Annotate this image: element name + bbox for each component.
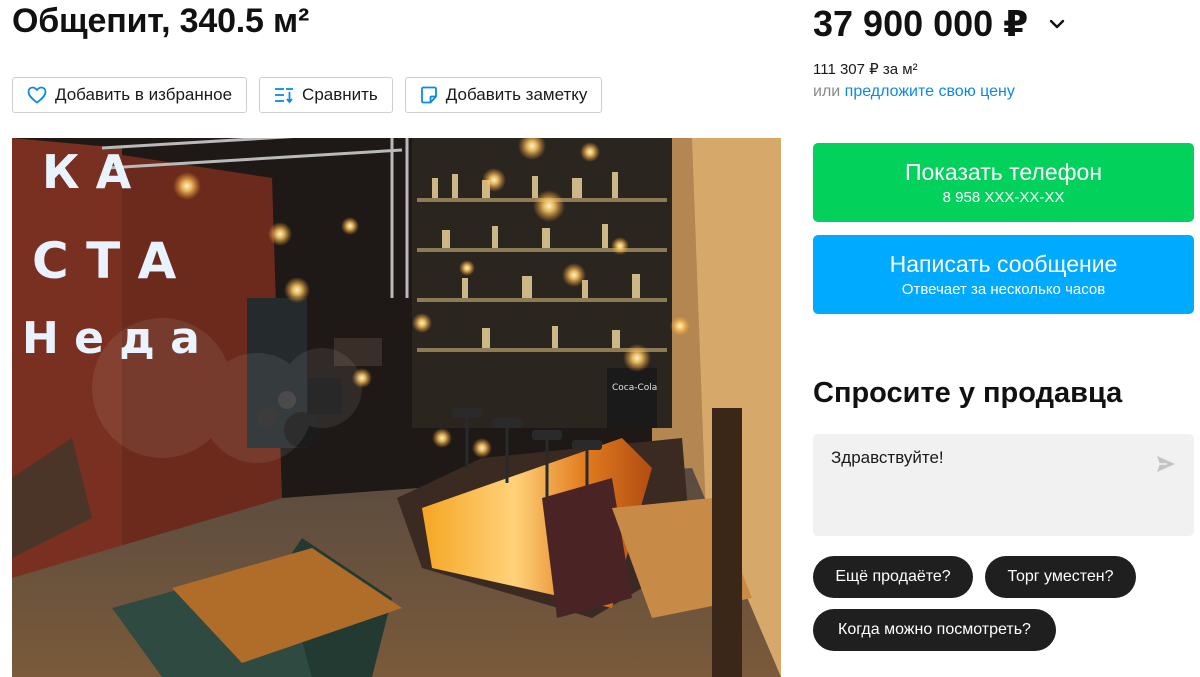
listing-photo[interactable]: К А С Т А Н е д а Coca-Cola bbox=[12, 138, 781, 677]
quick-question-viewing-time[interactable]: Когда можно посмотреть? bbox=[813, 609, 1056, 651]
show-phone-label: Показать телефон bbox=[904, 158, 1103, 185]
add-note-button[interactable]: Добавить заметку bbox=[404, 77, 603, 113]
price-offer-prefix: или bbox=[813, 83, 841, 100]
compare-icon bbox=[274, 86, 294, 104]
compare-button[interactable]: Сравнить bbox=[259, 77, 393, 113]
listing-page: Общепит, 340.5 м² Добавить в избранное С… bbox=[0, 0, 1200, 677]
ask-seller-title: Спросите у продавца bbox=[813, 377, 1123, 409]
fridge-label: Coca-Cola bbox=[612, 383, 657, 393]
price-per-sqm: 111 307 ₽ за м² bbox=[813, 61, 918, 78]
compare-label: Сравнить bbox=[302, 85, 378, 104]
price-row: 37 900 000 ₽ bbox=[813, 3, 1068, 45]
phone-masked: 8 958 XXX-XX-XX bbox=[942, 188, 1065, 206]
ask-seller-input[interactable]: Здравствуйте! bbox=[813, 434, 1194, 536]
listing-title: Общепит, 340.5 м² bbox=[12, 2, 310, 40]
listing-actions: Добавить в избранное Сравнить Добавить з… bbox=[12, 77, 603, 113]
suggest-price-link[interactable]: предложите свою цену bbox=[845, 83, 1015, 100]
response-time: Отвечает за несколько часов bbox=[901, 280, 1106, 298]
write-message-button[interactable]: Написать сообщение Отвечает за несколько… bbox=[813, 235, 1194, 314]
add-to-favorites-label: Добавить в избранное bbox=[55, 85, 233, 104]
write-message-label: Написать сообщение bbox=[889, 250, 1118, 277]
add-note-label: Добавить заметку bbox=[445, 85, 588, 104]
heart-icon bbox=[27, 86, 47, 104]
wall-letters-line-2: С Т А bbox=[32, 232, 177, 290]
wall-letters-line-1: К А bbox=[42, 145, 132, 199]
price-offer: или предложите свою цену bbox=[813, 83, 1015, 101]
ask-seller-input-value: Здравствуйте! bbox=[831, 448, 944, 467]
send-icon[interactable] bbox=[1154, 452, 1178, 476]
quick-question-still-selling[interactable]: Ещё продаёте? bbox=[813, 556, 973, 598]
quick-question-bargain[interactable]: Торг уместен? bbox=[985, 556, 1136, 598]
chevron-down-icon[interactable] bbox=[1046, 13, 1068, 35]
show-phone-button[interactable]: Показать телефон 8 958 XXX-XX-XX bbox=[813, 143, 1194, 222]
note-icon bbox=[420, 86, 438, 104]
add-to-favorites-button[interactable]: Добавить в избранное bbox=[12, 77, 248, 113]
price-value: 37 900 000 ₽ bbox=[813, 3, 1029, 44]
